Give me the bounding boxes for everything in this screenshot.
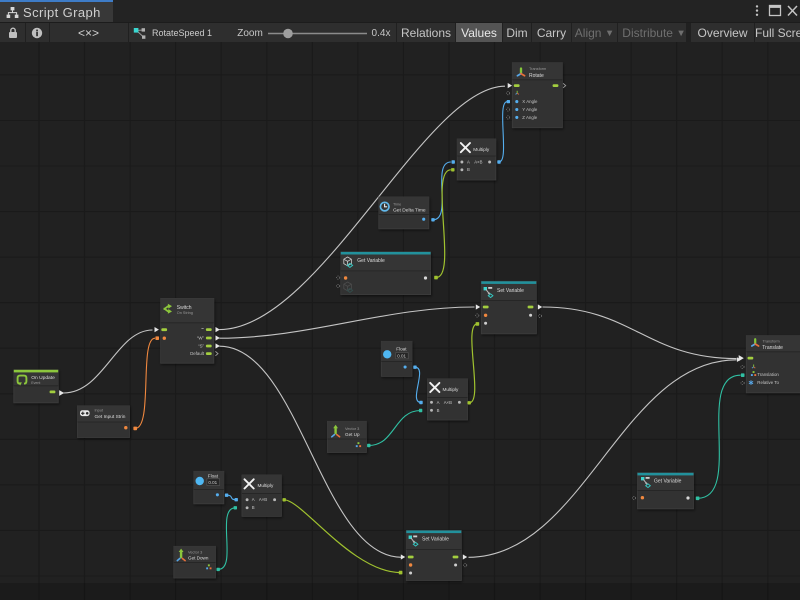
svg-text:0.01: 0.01 <box>397 353 406 358</box>
svg-text:Get Input Strin: Get Input Strin <box>95 414 126 420</box>
svg-text:Transform: Transform <box>529 67 546 71</box>
svg-text:Get Up: Get Up <box>345 432 360 437</box>
svg-text:X Angle: X Angle <box>522 99 538 104</box>
svg-text:Set Variable: Set Variable <box>422 536 449 542</box>
svg-text:B: B <box>252 505 255 510</box>
svg-text:Y Angle: Y Angle <box>522 107 538 112</box>
svg-text:A: A <box>252 497 255 502</box>
svg-text:Relative To: Relative To <box>757 380 779 385</box>
svg-text:Float: Float <box>396 347 407 352</box>
svg-text:Translation: Translation <box>757 372 779 377</box>
svg-text:Default: Default <box>190 351 205 356</box>
svg-text:A: A <box>437 400 440 405</box>
svg-text:Get Variable: Get Variable <box>654 479 682 485</box>
svg-text:Multiply: Multiply <box>443 387 460 392</box>
svg-text:Set Variable: Set Variable <box>497 288 524 294</box>
svg-text:B: B <box>437 408 440 413</box>
svg-text:Time: Time <box>393 202 401 206</box>
svg-text:Translate: Translate <box>762 345 783 351</box>
svg-text:A×B: A×B <box>474 159 482 164</box>
svg-text:On String: On String <box>177 311 193 315</box>
svg-text:Multiply: Multiply <box>473 147 490 152</box>
svg-text:“W”: “W” <box>197 336 205 341</box>
svg-text:Multiply: Multiply <box>258 483 275 488</box>
svg-text:Get Variable: Get Variable <box>357 258 385 264</box>
svg-text:B: B <box>467 167 470 172</box>
svg-text:A: A <box>467 159 470 164</box>
svg-text:0.01: 0.01 <box>208 480 217 485</box>
svg-text:Float: Float <box>208 473 219 478</box>
svg-text:Get Down: Get Down <box>188 555 209 560</box>
svg-text:A×B: A×B <box>444 400 452 405</box>
svg-text:A×B: A×B <box>259 497 267 502</box>
svg-text:Get Delta Time: Get Delta Time <box>393 207 426 213</box>
svg-text:Vector 3: Vector 3 <box>188 549 202 554</box>
svg-text:“S”: “S” <box>198 344 204 349</box>
svg-text:Vector 3: Vector 3 <box>345 426 359 431</box>
svg-text:Input: Input <box>95 408 104 412</box>
svg-text:Z Angle: Z Angle <box>522 115 537 120</box>
svg-text:Transform: Transform <box>763 339 780 343</box>
svg-text:Event: Event <box>31 381 40 385</box>
svg-text:Rotate: Rotate <box>529 73 544 79</box>
